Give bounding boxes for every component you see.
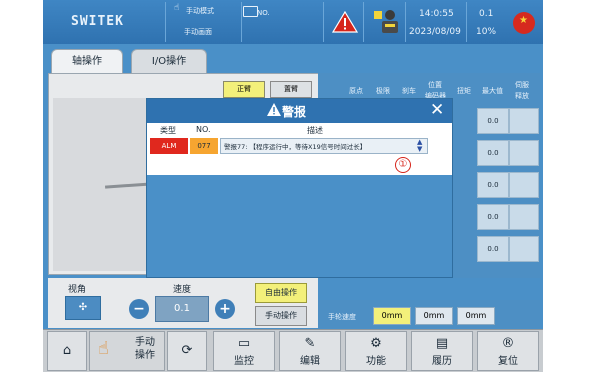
header-divider <box>363 2 364 42</box>
alarm-dialog-title: 警报 <box>282 105 307 119</box>
handwheel-option-selected[interactable]: 0mm <box>373 307 411 325</box>
speed-decrease-button[interactable]: − <box>129 299 149 319</box>
max-value-cell: 0.0 <box>477 108 509 134</box>
alarm-dialog: 警报 ✕ 类型 NO. 描述 ALM 077 警报77: 【程序运行中，等待X1… <box>146 98 453 278</box>
alarm-table: 类型 NO. 描述 ALM 077 警报77: 【程序运行中，等待X19信号时间… <box>147 123 452 175</box>
alarm-number: 077 <box>190 138 218 154</box>
max-value-cell: 0.0 <box>477 172 509 198</box>
warning-triangle-icon[interactable] <box>332 11 358 33</box>
clock-date: 2023/08/09 <box>409 27 461 37</box>
header-origin: 原点 <box>349 87 363 95</box>
function-label: 功能 <box>366 356 386 367</box>
reset-arm-button[interactable]: 置臂 <box>270 81 312 98</box>
program-label: NO. <box>257 9 270 17</box>
alarm-type-badge: ALM <box>150 138 188 154</box>
warning-icon <box>267 103 281 116</box>
speed-value-top: 0.1 <box>479 9 494 19</box>
servo-release-cell[interactable] <box>509 108 539 134</box>
servo-release-cell[interactable] <box>509 140 539 166</box>
monitor-label: 监控 <box>234 356 254 367</box>
refresh-button[interactable]: ⟳ <box>167 331 207 371</box>
speed-label: 速度 <box>173 285 192 295</box>
edit-nav-button[interactable]: ✎ 编辑 <box>279 331 341 371</box>
header-divider <box>466 2 467 42</box>
handwheel-option[interactable]: 0mm <box>457 307 495 325</box>
header-servo-sub: 释放 <box>515 92 529 100</box>
manual-operation-button[interactable]: 手动操作 <box>255 306 307 326</box>
mode-label: 手动模式 <box>186 7 214 15</box>
reset-icon: ® <box>501 336 515 351</box>
handwheel-option[interactable]: 0mm <box>415 307 453 325</box>
alarm-description: 警报77: 【程序运行中，等待X19信号时间过长】 <box>220 138 428 154</box>
header-servo: 伺服 <box>515 81 529 89</box>
column-type: 类型 <box>160 126 176 135</box>
header-divider <box>323 2 324 42</box>
home-icon: ⌂ <box>62 343 72 358</box>
header-bar: SWITEK ☝ 手动模式 手动画面 NO. 14:0:55 2023/08/0… <box>43 0 543 45</box>
header-max: 最大值 <box>482 87 503 95</box>
servo-release-cell[interactable] <box>509 204 539 230</box>
hand-icon: ☝ <box>174 3 180 13</box>
header-torque: 扭矩 <box>457 87 471 95</box>
folder-icon <box>243 6 258 17</box>
monitor-icon: ▭ <box>237 336 251 351</box>
view-angle-icon: ✣ <box>78 302 88 313</box>
function-nav-button[interactable]: ⚙ 功能 <box>345 331 407 371</box>
max-value-cell: 0.0 <box>477 204 509 230</box>
tab-io-operation[interactable]: I/O操作 <box>131 49 207 74</box>
max-value-cell: 0.0 <box>477 236 509 262</box>
header-limit: 极限 <box>376 87 390 95</box>
gear-icon: ⚙ <box>370 336 382 351</box>
robot-status-icon <box>374 10 398 33</box>
view-angle-button[interactable]: ✣ <box>65 296 101 320</box>
hmi-frame: SWITEK ☝ 手动模式 手动画面 NO. 14:0:55 2023/08/0… <box>43 0 543 372</box>
tab-axis-operation[interactable]: 轴操作 <box>51 49 123 74</box>
monitor-nav-button[interactable]: ▭ 监控 <box>213 331 275 371</box>
clock-time: 14:0:55 <box>419 9 454 19</box>
view-label: 视角 <box>68 285 87 295</box>
brand-logo: SWITEK <box>71 14 124 29</box>
scroll-updown-icon[interactable]: ▲ ▼ <box>417 139 422 153</box>
history-label: 履历 <box>432 356 452 367</box>
china-flag-icon[interactable]: ★ <box>513 12 535 34</box>
header-brake: 刹车 <box>402 87 416 95</box>
refresh-icon: ⟳ <box>181 343 193 358</box>
edit-label: 编辑 <box>300 356 320 367</box>
max-value-cell: 0.0 <box>477 140 509 166</box>
speed-increase-button[interactable]: + <box>215 299 235 319</box>
screen-label: 手动画面 <box>184 28 212 36</box>
header-position: 位置 <box>428 81 442 89</box>
hand-pointer-icon: ☝ <box>98 338 109 359</box>
history-nav-button[interactable]: ▤ 履历 <box>411 331 473 371</box>
header-divider <box>241 2 242 42</box>
servo-release-cell[interactable] <box>509 236 539 262</box>
handwheel-speed-label: 手轮速度 <box>328 313 356 321</box>
column-no: NO. <box>196 125 211 134</box>
document-icon: ▤ <box>435 336 449 351</box>
home-button[interactable]: ⌂ <box>47 331 87 371</box>
edit-icon: ✎ <box>304 336 316 351</box>
header-divider <box>405 2 406 42</box>
manual-nav-button[interactable]: ☝ 手动 操作 <box>89 331 165 371</box>
manual-nav-label: 手动 操作 <box>135 337 155 361</box>
speed-value-display[interactable]: 0.1 <box>155 296 209 322</box>
reset-label: 复位 <box>498 356 518 367</box>
close-icon[interactable]: ✕ <box>430 100 444 120</box>
speed-percent: 10% <box>476 27 497 37</box>
free-operation-button[interactable]: 自由操作 <box>255 283 307 303</box>
header-divider <box>165 2 166 42</box>
servo-release-cell[interactable] <box>509 172 539 198</box>
forward-arm-button[interactable]: 正臂 <box>223 81 265 98</box>
reset-nav-button[interactable]: ® 复位 <box>477 331 539 371</box>
annotation-marker: ① <box>395 157 411 173</box>
column-description: 描述 <box>307 126 323 135</box>
